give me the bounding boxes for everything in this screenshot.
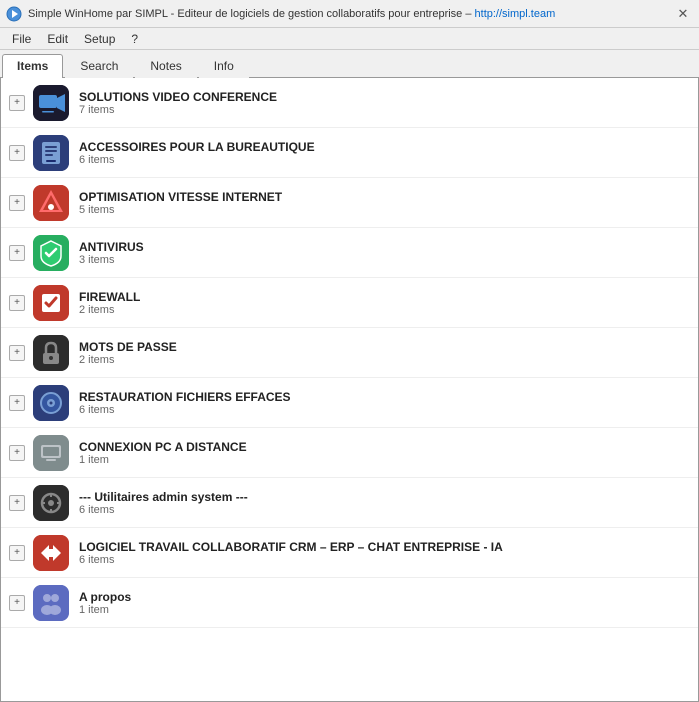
item-icon (33, 135, 69, 171)
item-info: ANTIVIRUS 3 items (79, 240, 690, 266)
item-count: 6 items (79, 504, 690, 516)
item-info: FIREWALL 2 items (79, 290, 690, 316)
tab-info[interactable]: Info (199, 54, 249, 78)
expand-button[interactable]: + (9, 395, 25, 411)
list-item[interactable]: + SOLUTIONS VIDEO CONFERENCE 7 items (1, 78, 698, 128)
app-icon (6, 6, 22, 22)
item-info: RESTAURATION FICHIERS EFFACES 6 items (79, 390, 690, 416)
list-item[interactable]: + A propos 1 item (1, 578, 698, 628)
item-icon (33, 585, 69, 621)
tab-notes[interactable]: Notes (135, 54, 196, 78)
item-count: 7 items (79, 104, 690, 116)
list-item[interactable]: + FIREWALL 2 items (1, 278, 698, 328)
item-count: 1 item (79, 604, 690, 616)
list-item[interactable]: + CONNEXION PC A DISTANCE 1 item (1, 428, 698, 478)
list-item[interactable]: + RESTAURATION FICHIERS EFFACES 6 items (1, 378, 698, 428)
item-title: RESTAURATION FICHIERS EFFACES (79, 390, 690, 404)
item-icon (33, 435, 69, 471)
item-icon (33, 185, 69, 221)
item-count: 2 items (79, 304, 690, 316)
menu-edit[interactable]: Edit (39, 30, 76, 48)
menu-file[interactable]: File (4, 30, 39, 48)
item-info: SOLUTIONS VIDEO CONFERENCE 7 items (79, 90, 690, 116)
window-title: Simple WinHome par SIMPL - Editeur de lo… (28, 8, 475, 20)
item-info: A propos 1 item (79, 590, 690, 616)
expand-button[interactable]: + (9, 295, 25, 311)
item-icon (33, 385, 69, 421)
item-info: MOTS DE PASSE 2 items (79, 340, 690, 366)
expand-button[interactable]: + (9, 495, 25, 511)
item-info: CONNEXION PC A DISTANCE 1 item (79, 440, 690, 466)
item-title: ACCESSOIRES POUR LA BUREAUTIQUE (79, 140, 690, 154)
item-title: MOTS DE PASSE (79, 340, 690, 354)
item-info: ACCESSOIRES POUR LA BUREAUTIQUE 6 items (79, 140, 690, 166)
item-count: 3 items (79, 254, 690, 266)
expand-button[interactable]: + (9, 545, 25, 561)
item-title: CONNEXION PC A DISTANCE (79, 440, 690, 454)
expand-button[interactable]: + (9, 595, 25, 611)
expand-button[interactable]: + (9, 245, 25, 261)
item-icon (33, 85, 69, 121)
expand-button[interactable]: + (9, 145, 25, 161)
item-count: 1 item (79, 454, 690, 466)
item-icon (33, 285, 69, 321)
tab-items[interactable]: Items (2, 54, 63, 78)
item-title: LOGICIEL TRAVAIL COLLABORATIF CRM – ERP … (79, 540, 690, 554)
expand-button[interactable]: + (9, 95, 25, 111)
item-title: SOLUTIONS VIDEO CONFERENCE (79, 90, 690, 104)
window-url: http://simpl.team (475, 8, 556, 20)
title-bar-text: Simple WinHome par SIMPL - Editeur de lo… (28, 8, 673, 20)
expand-button[interactable]: + (9, 345, 25, 361)
item-count: 6 items (79, 554, 690, 566)
menu-bar: File Edit Setup ? (0, 28, 699, 50)
title-bar: Simple WinHome par SIMPL - Editeur de lo… (0, 0, 699, 28)
tab-search[interactable]: Search (65, 54, 133, 78)
close-button[interactable]: ✕ (673, 4, 693, 24)
tab-bar: Items Search Notes Info (0, 50, 699, 78)
item-title: OPTIMISATION VITESSE INTERNET (79, 190, 690, 204)
item-count: 2 items (79, 354, 690, 366)
list-item[interactable]: + --- Utilitaires admin system --- 6 ite… (1, 478, 698, 528)
menu-help[interactable]: ? (123, 30, 146, 48)
item-title: A propos (79, 590, 690, 604)
expand-button[interactable]: + (9, 445, 25, 461)
item-icon (33, 535, 69, 571)
list-item[interactable]: + ACCESSOIRES POUR LA BUREAUTIQUE 6 item… (1, 128, 698, 178)
item-title: ANTIVIRUS (79, 240, 690, 254)
item-title: FIREWALL (79, 290, 690, 304)
item-title: --- Utilitaires admin system --- (79, 490, 690, 504)
expand-button[interactable]: + (9, 195, 25, 211)
item-icon (33, 335, 69, 371)
item-count: 6 items (79, 404, 690, 416)
item-info: OPTIMISATION VITESSE INTERNET 5 items (79, 190, 690, 216)
item-count: 5 items (79, 204, 690, 216)
item-icon (33, 485, 69, 521)
menu-setup[interactable]: Setup (76, 30, 123, 48)
item-info: LOGICIEL TRAVAIL COLLABORATIF CRM – ERP … (79, 540, 690, 566)
list-item[interactable]: + ANTIVIRUS 3 items (1, 228, 698, 278)
items-content: + SOLUTIONS VIDEO CONFERENCE 7 items + A… (0, 78, 699, 702)
list-item[interactable]: + MOTS DE PASSE 2 items (1, 328, 698, 378)
list-item[interactable]: + LOGICIEL TRAVAIL COLLABORATIF CRM – ER… (1, 528, 698, 578)
item-count: 6 items (79, 154, 690, 166)
item-info: --- Utilitaires admin system --- 6 items (79, 490, 690, 516)
item-icon (33, 235, 69, 271)
list-item[interactable]: + OPTIMISATION VITESSE INTERNET 5 items (1, 178, 698, 228)
